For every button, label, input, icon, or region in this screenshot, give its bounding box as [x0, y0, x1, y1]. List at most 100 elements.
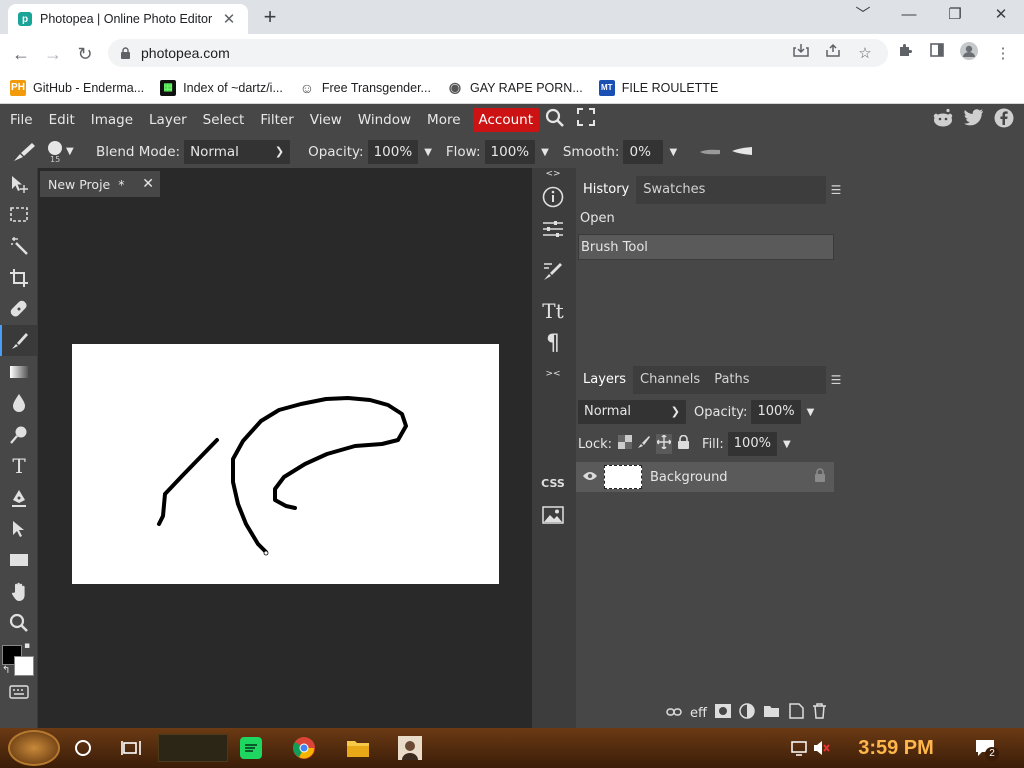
reload-icon[interactable]: ↻	[72, 41, 98, 67]
brush-preset-picker[interactable]: 15 ▼	[46, 138, 74, 166]
history-panel-menu-icon[interactable]: ☰	[826, 176, 846, 204]
task-view-icon[interactable]	[118, 734, 144, 762]
menu-filter[interactable]: Filter	[252, 108, 301, 132]
menu-edit[interactable]: Edit	[41, 108, 83, 132]
paragraph-panel-icon[interactable]: ¶	[534, 328, 572, 358]
zoom-tool-icon[interactable]	[0, 607, 38, 638]
layers-panel-menu-icon[interactable]: ☰	[826, 366, 846, 394]
tab-close-icon[interactable]: ✕	[220, 10, 238, 28]
chrome-menu-icon[interactable]: ⋮	[990, 41, 1016, 67]
tab-swatches[interactable]: Swatches	[636, 176, 712, 204]
taskbar-search-box[interactable]	[158, 734, 228, 762]
menu-window[interactable]: Window	[350, 108, 419, 132]
bookmark-file-roulette[interactable]: MT FILE ROULETTE	[598, 79, 718, 96]
back-arrow-icon[interactable]: ←	[8, 41, 34, 67]
lock-all-icon[interactable]	[677, 434, 690, 453]
tab-search-icon[interactable]: ﹀	[848, 4, 878, 26]
bookmark-github[interactable]: PH GitHub - Enderma...	[10, 79, 144, 96]
tab-history[interactable]: History	[576, 176, 637, 204]
add-mask-icon[interactable]	[714, 704, 731, 722]
layer-name[interactable]: Background	[650, 470, 728, 485]
brush-tool-icon[interactable]	[12, 141, 38, 163]
side-panel-icon[interactable]	[924, 41, 950, 67]
opacity-dropdown-icon[interactable]: ▼	[424, 147, 432, 158]
path-select-tool-icon[interactable]	[0, 513, 38, 544]
restore-button[interactable]: ❐	[940, 4, 970, 26]
collapse-panels-icon[interactable]: ><	[534, 368, 572, 380]
move-tool-icon[interactable]	[0, 168, 38, 199]
type-tool-icon[interactable]: T	[0, 451, 38, 482]
lock-position-icon[interactable]	[656, 434, 673, 454]
rectangle-tool-icon[interactable]	[0, 545, 38, 576]
gradient-tool-icon[interactable]	[0, 356, 38, 387]
cortana-search-icon[interactable]	[70, 734, 96, 762]
document-tab[interactable]: New Proje * ✕	[40, 171, 160, 197]
flow-input[interactable]: 100%	[484, 140, 536, 164]
healing-brush-tool-icon[interactable]	[0, 294, 38, 325]
history-item-brush-tool[interactable]: Brush Tool	[578, 234, 834, 260]
info-icon[interactable]	[534, 182, 572, 212]
adjustments-icon[interactable]	[534, 214, 572, 244]
profile-avatar-icon[interactable]	[956, 41, 982, 67]
network-icon[interactable]	[790, 734, 810, 762]
pinned-app-portrait-icon[interactable]	[396, 734, 424, 762]
image-panel-icon[interactable]	[534, 500, 572, 530]
flow-dropdown-icon[interactable]: ▼	[541, 147, 549, 158]
default-colors-icon[interactable]: ▪	[24, 641, 30, 651]
document-close-icon[interactable]: ✕	[142, 176, 154, 192]
opacity-input[interactable]: 100%	[367, 140, 419, 164]
blend-mode-select[interactable]: Normal ❯	[184, 140, 291, 164]
color-swatches[interactable]: ▪ ↰	[0, 639, 38, 679]
new-layer-icon[interactable]	[788, 703, 804, 723]
layer-opacity-input[interactable]: 100%	[751, 400, 801, 424]
brush-settings-icon[interactable]	[534, 256, 572, 286]
fill-dropdown-icon[interactable]: ▼	[783, 439, 791, 450]
close-window-button[interactable]: ✕	[986, 4, 1016, 26]
install-app-icon[interactable]	[788, 41, 814, 67]
hand-tool-icon[interactable]	[0, 576, 38, 607]
reddit-icon[interactable]	[932, 108, 954, 132]
fill-input[interactable]: 100%	[727, 432, 777, 456]
bookmark-gay-rape-porn[interactable]: ◉ GAY RAPE PORN...	[447, 79, 583, 96]
history-item-open[interactable]: Open	[578, 206, 834, 232]
bookmark-free-transgender[interactable]: ☺ Free Transgender...	[299, 80, 431, 96]
menu-view[interactable]: View	[302, 108, 350, 132]
account-button[interactable]: Account	[472, 108, 540, 132]
search-icon[interactable]	[539, 108, 571, 132]
smooth-dropdown-icon[interactable]: ▼	[669, 147, 677, 158]
start-button-icon[interactable]	[8, 730, 60, 766]
keyboard-icon[interactable]	[0, 679, 38, 705]
share-icon[interactable]	[820, 41, 846, 67]
volume-muted-icon[interactable]	[812, 734, 832, 762]
link-layers-icon[interactable]	[666, 706, 682, 721]
blur-tool-icon[interactable]	[0, 388, 38, 419]
bookmark-star-icon[interactable]: ☆	[852, 41, 878, 67]
brush-tool-icon[interactable]	[0, 324, 38, 357]
menu-more[interactable]: More	[419, 108, 468, 132]
file-explorer-icon[interactable]	[344, 734, 372, 762]
layer-row-background[interactable]: Background	[576, 462, 834, 492]
new-group-folder-icon[interactable]	[763, 704, 780, 722]
menu-select[interactable]: Select	[195, 108, 253, 132]
facebook-icon[interactable]	[994, 108, 1014, 132]
adjustment-layer-icon[interactable]	[739, 703, 755, 723]
notifications-icon[interactable]: 2	[972, 734, 999, 762]
new-tab-button[interactable]: +	[258, 6, 282, 28]
expand-panels-icon[interactable]: <>	[534, 168, 572, 180]
magic-wand-tool-icon[interactable]	[0, 231, 38, 262]
dodge-tool-icon[interactable]	[0, 419, 38, 450]
fullscreen-icon[interactable]	[571, 108, 601, 132]
tab-channels[interactable]: Channels	[633, 366, 707, 394]
minimize-button[interactable]: —	[894, 4, 924, 26]
tab-paths[interactable]: Paths	[707, 366, 756, 394]
chrome-app-icon[interactable]	[290, 734, 318, 762]
swap-colors-icon[interactable]: ↰	[2, 665, 10, 676]
browser-tab-photopea[interactable]: p Photopea | Online Photo Editor ✕	[8, 4, 248, 34]
menu-layer[interactable]: Layer	[141, 108, 195, 132]
marquee-tool-icon[interactable]	[0, 199, 38, 230]
smooth-input[interactable]: 0%	[623, 140, 664, 164]
clock-time[interactable]: 3:59 PM	[846, 734, 946, 762]
tab-layers[interactable]: Layers	[576, 366, 634, 394]
layer-effects-icon[interactable]: eff	[690, 706, 707, 721]
menu-file[interactable]: File	[0, 108, 41, 132]
